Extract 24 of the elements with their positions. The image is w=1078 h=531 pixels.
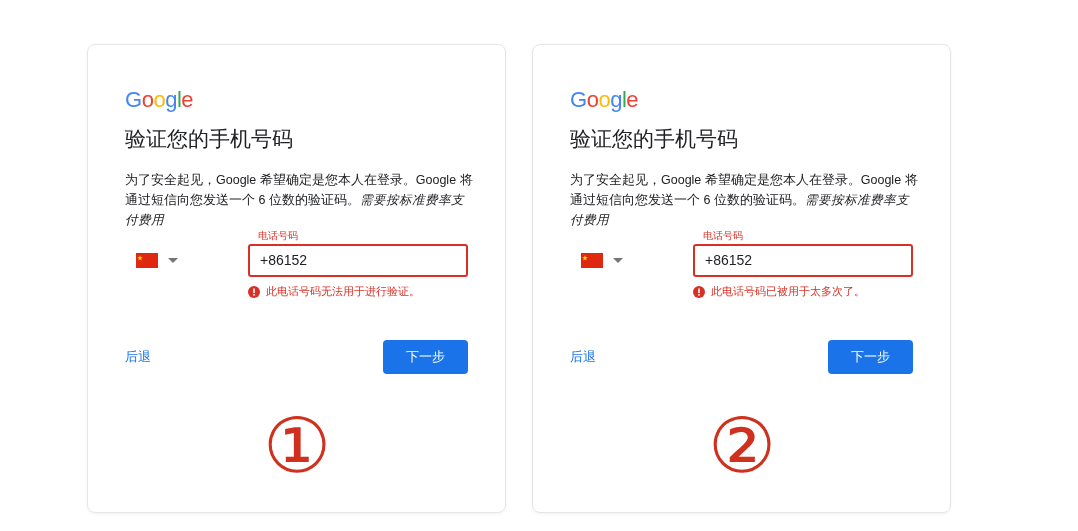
next-button[interactable]: 下一步 (828, 339, 913, 374)
page-title: 验证您的手机号码 (570, 126, 738, 152)
field-label: 电话号码 (256, 230, 300, 243)
step-number: ② (707, 407, 776, 484)
flag-icon[interactable] (581, 253, 603, 269)
flag-icon[interactable] (136, 253, 158, 269)
caret-icon[interactable] (168, 258, 178, 264)
error-message: 此电话号码无法用于进行验证。 (266, 284, 420, 300)
field-label: 电话号码 (701, 230, 745, 243)
logo: Google (125, 89, 193, 111)
description: 为了安全起见，Google 希望确定是您本人在登录。Google 将通过短信向您发送一个 6 位数的验证码。需要按标准费率支付费用 (570, 172, 919, 230)
logo: Google (570, 89, 638, 111)
description: 为了安全起见，Google 希望确定是您本人在登录。Google 将通过短信向您发送一个 6 位数的验证码。需要按标准费率支付费用 (125, 172, 474, 230)
page-title: 验证您的手机号码 (125, 126, 293, 152)
phone-input-field[interactable]: +86152 (693, 244, 913, 278)
phone-input-field[interactable]: +86152 (248, 244, 468, 278)
error-icon (248, 285, 260, 298)
back-link[interactable]: 后退 (570, 347, 596, 367)
caret-icon[interactable] (613, 258, 623, 264)
next-button[interactable]: 下一步 (383, 339, 468, 374)
error-icon (693, 285, 705, 298)
error-message: 此电话号码已被用于太多次了。 (711, 284, 865, 300)
back-link[interactable]: 后退 (125, 347, 151, 367)
step-number: ① (262, 407, 331, 484)
